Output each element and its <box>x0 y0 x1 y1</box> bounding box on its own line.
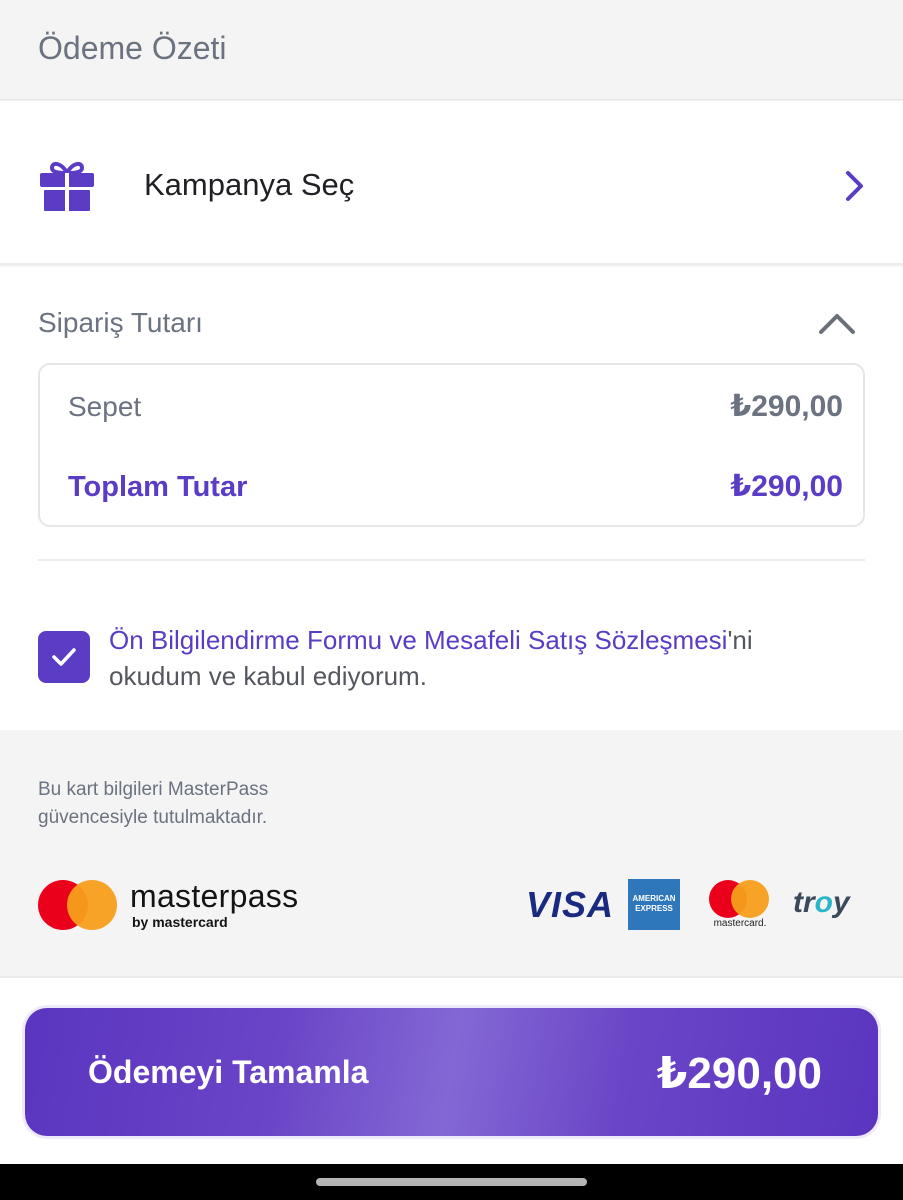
consent-suffix-line2: okudum ve kabul ediyorum. <box>109 661 427 691</box>
order-amount-title: Sipariş Tutarı <box>38 307 203 338</box>
check-icon <box>52 648 76 666</box>
chevron-up-icon[interactable] <box>818 311 856 337</box>
consent-checkbox[interactable] <box>38 631 90 683</box>
checkout-footer: Ödemeyi Tamamla ₺290,00 <box>0 976 903 1164</box>
mastercard-circle-orange <box>731 880 769 918</box>
complete-payment-label: Ödemeyi Tamamla <box>88 1054 369 1090</box>
total-value: ₺290,00 <box>730 470 843 503</box>
gift-icon <box>40 161 94 211</box>
masterpass-wordmark: masterpass <box>130 878 299 914</box>
basket-value: ₺290,00 <box>730 390 843 423</box>
contract-link[interactable]: Ön Bilgilendirme Formu ve Mesafeli Satış… <box>109 625 727 655</box>
masterpass-section: Bu kart bilgileri MasterPass güvencesiyl… <box>0 730 903 976</box>
masterpass-circle-orange <box>67 880 117 930</box>
complete-payment-amount: ₺290,00 <box>656 1049 822 1098</box>
campaign-select-row[interactable]: Kampanya Seç <box>0 101 903 265</box>
order-amount-section: Sipariş Tutarı Sepet ₺290,00 Toplam Tuta… <box>0 267 903 730</box>
system-navigation-bar <box>0 1164 903 1200</box>
consent-suffix: 'ni <box>727 625 753 655</box>
page-header: Ödeme Özeti <box>0 0 903 100</box>
amex-line1: AMERICAN <box>632 894 676 903</box>
troy-part1: tr <box>793 886 815 919</box>
troy-part3: y <box>833 886 850 919</box>
campaign-label: Kampanya Seç <box>144 167 355 202</box>
mastercard-text: mastercard. <box>713 918 767 929</box>
amex-logo: AMERICAN EXPRESS <box>628 879 680 930</box>
amex-text: AMERICAN EXPRESS <box>628 894 680 914</box>
order-summary-card: Sepet ₺290,00 Toplam Tutar ₺290,00 <box>38 363 865 527</box>
home-gesture-handle[interactable] <box>316 1178 587 1186</box>
masterpass-logo: masterpass by mastercard <box>38 878 328 930</box>
chevron-right-icon <box>846 171 863 201</box>
page-title: Ödeme Özeti <box>38 30 227 66</box>
consent-text: Ön Bilgilendirme Formu ve Mesafeli Satış… <box>109 622 869 694</box>
amex-line2: EXPRESS <box>635 904 673 913</box>
masterpass-note-line2: güvencesiyle tutulmaktadır. <box>38 807 268 828</box>
troy-logo: troy <box>793 886 850 920</box>
masterpass-sub: by mastercard <box>132 914 228 930</box>
masterpass-note: Bu kart bilgileri MasterPass güvencesiyl… <box>38 776 438 832</box>
visa-logo: VISA <box>526 884 615 925</box>
section-divider <box>38 559 865 561</box>
troy-part2: o <box>814 886 833 919</box>
complete-payment-button[interactable]: Ödemeyi Tamamla ₺290,00 <box>25 1008 878 1136</box>
mastercard-logo: mastercard. <box>708 878 772 932</box>
basket-label: Sepet <box>68 391 142 422</box>
masterpass-note-line1: Bu kart bilgileri MasterPass <box>38 779 269 800</box>
total-label: Toplam Tutar <box>68 471 248 503</box>
